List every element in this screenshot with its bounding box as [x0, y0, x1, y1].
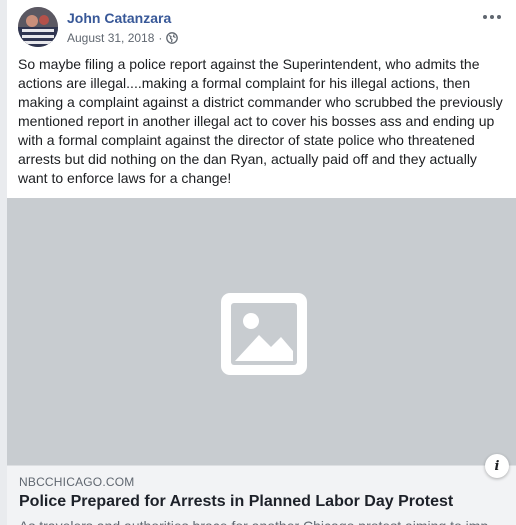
link-description: As travelers and authorities brace for a…	[19, 517, 499, 525]
more-options-icon[interactable]	[480, 7, 504, 27]
meta-separator: ·	[158, 31, 163, 45]
post-text: So maybe filing a police report against …	[18, 56, 503, 186]
link-title[interactable]: Police Prepared for Arrests in Planned L…	[19, 492, 453, 512]
post-date[interactable]: August 31, 2018	[67, 30, 154, 46]
info-icon[interactable]: i	[485, 454, 509, 478]
link-preview-footer[interactable]: i NBCCHICAGO.COM Police Prepared for Arr…	[7, 454, 516, 525]
post-card: John Catanzara August 31, 2018 · So mayb…	[7, 0, 516, 525]
image-placeholder-icon	[221, 293, 307, 375]
globe-icon[interactable]	[166, 32, 179, 44]
avatar[interactable]	[18, 7, 58, 47]
author-name[interactable]: John Catanzara	[67, 9, 171, 27]
post-header: John Catanzara August 31, 2018 ·	[18, 7, 508, 49]
link-preview-image[interactable]	[7, 198, 516, 465]
link-domain: NBCCHICAGO.COM	[19, 475, 135, 489]
post-meta: August 31, 2018 ·	[67, 30, 179, 46]
